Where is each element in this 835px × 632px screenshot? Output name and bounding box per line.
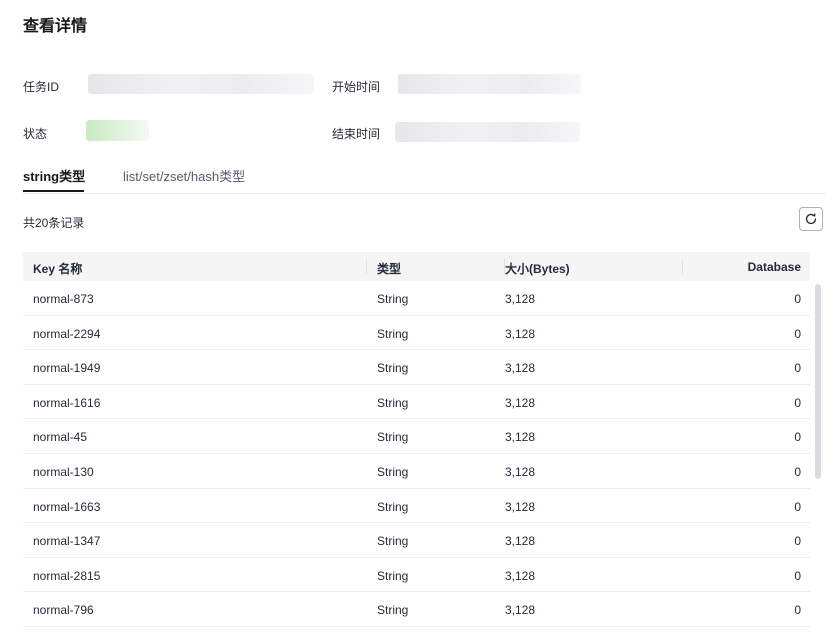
database-cell: 0 — [794, 326, 801, 341]
size-cell: 3,128 — [505, 430, 536, 445]
type-tabs: string类型 list/set/zset/hash类型 — [23, 160, 825, 194]
table-scrollbar[interactable] — [815, 284, 821, 479]
key-name-cell: normal-130 — [33, 464, 94, 479]
column-separator — [366, 259, 367, 274]
key-name-cell: normal-2815 — [33, 568, 101, 583]
start-time-label: 开始时间 — [332, 80, 381, 94]
table-row: normal-130 String 3,128 0 — [23, 454, 810, 489]
key-name-cell: normal-1616 — [33, 395, 101, 410]
column-header-type: 类型 — [377, 262, 402, 276]
tab-list-set-zset-hash-type[interactable]: list/set/zset/hash类型 — [123, 166, 245, 185]
size-cell: 3,128 — [505, 326, 536, 341]
size-cell: 3,128 — [505, 361, 536, 376]
column-separator — [682, 259, 683, 274]
type-cell: String — [377, 361, 409, 376]
database-cell: 0 — [794, 430, 801, 445]
end-time-value — [395, 122, 580, 142]
active-tab-indicator — [23, 190, 84, 192]
key-name-cell: normal-796 — [33, 603, 94, 618]
refresh-button[interactable] — [799, 207, 823, 231]
size-cell: 3,128 — [505, 603, 536, 618]
type-cell: String — [377, 568, 409, 583]
record-count: 共20条记录 — [23, 216, 85, 230]
size-cell: 3,128 — [505, 464, 536, 479]
table-row: normal-45 String 3,128 0 — [23, 419, 810, 454]
type-cell: String — [377, 430, 409, 445]
type-cell: String — [377, 534, 409, 549]
type-cell: String — [377, 326, 409, 341]
status-value — [86, 120, 149, 141]
key-name-cell: normal-1949 — [33, 361, 101, 376]
key-name-cell: normal-45 — [33, 430, 88, 445]
database-cell: 0 — [794, 361, 801, 376]
key-name-cell: normal-2294 — [33, 326, 101, 341]
database-cell: 0 — [794, 534, 801, 549]
type-cell: String — [377, 395, 409, 410]
database-cell: 0 — [794, 395, 801, 410]
table-body: normal-873 String 3,128 0 normal-2294 String 3… — [23, 281, 810, 627]
task-id-label: 任务ID — [23, 80, 60, 94]
refresh-icon — [805, 213, 817, 225]
start-time-value — [398, 74, 581, 94]
table-row: normal-2815 String 3,128 0 — [23, 558, 810, 593]
type-cell: String — [377, 464, 409, 479]
tab-string-type[interactable]: string类型 — [23, 166, 85, 185]
task-id-value — [88, 74, 314, 94]
column-header-size: 大小(Bytes) — [505, 262, 570, 276]
page-title: 查看详情 — [23, 18, 88, 35]
database-cell: 0 — [794, 499, 801, 514]
key-name-cell: normal-1347 — [33, 534, 101, 549]
size-cell: 3,128 — [505, 534, 536, 549]
status-label: 状态 — [23, 127, 48, 141]
type-cell: String — [377, 292, 409, 306]
database-cell: 0 — [794, 464, 801, 479]
key-name-cell: normal-873 — [33, 292, 94, 306]
table-row: normal-1347 String 3,128 0 — [23, 523, 810, 558]
size-cell: 3,128 — [505, 395, 536, 410]
table-row: normal-2294 String 3,128 0 — [23, 316, 810, 351]
size-cell: 3,128 — [505, 499, 536, 514]
table-row: normal-1949 String 3,128 0 — [23, 350, 810, 385]
key-name-cell: normal-1663 — [33, 499, 101, 514]
column-header-database: Database — [747, 260, 801, 274]
table-header: Key 名称 类型 大小(Bytes) Database — [23, 252, 810, 281]
keys-table: Key 名称 类型 大小(Bytes) Database normal-873 S… — [23, 252, 810, 627]
end-time-label: 结束时间 — [332, 127, 381, 141]
table-row: normal-796 String 3,128 0 — [23, 592, 810, 627]
database-cell: 0 — [794, 568, 801, 583]
type-cell: String — [377, 603, 409, 618]
database-cell: 0 — [794, 292, 801, 306]
size-cell: 3,128 — [505, 292, 536, 306]
table-row: normal-1663 String 3,128 0 — [23, 489, 810, 524]
type-cell: String — [377, 499, 409, 514]
size-cell: 3,128 — [505, 568, 536, 583]
table-row: normal-1616 String 3,128 0 — [23, 385, 810, 420]
column-header-key-name: Key 名称 — [33, 262, 83, 276]
table-row: normal-873 String 3,128 0 — [23, 281, 810, 316]
database-cell: 0 — [794, 603, 801, 618]
